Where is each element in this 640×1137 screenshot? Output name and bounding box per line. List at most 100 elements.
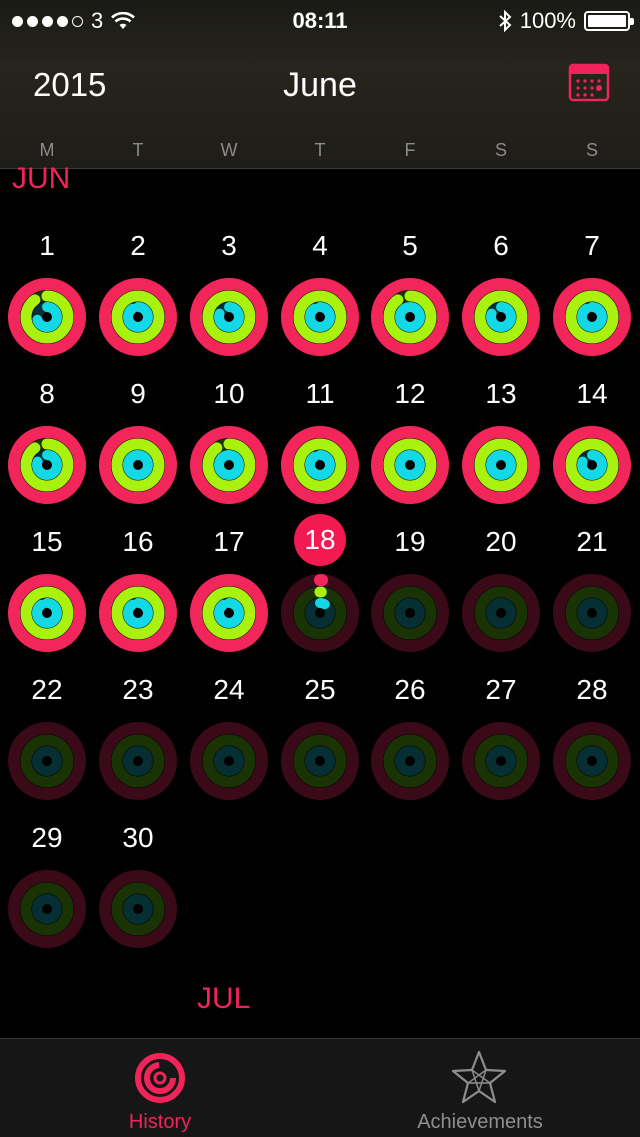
day-number[interactable]: 4 bbox=[280, 230, 360, 262]
stand-ring-progress bbox=[123, 450, 153, 480]
day-number[interactable]: 5 bbox=[370, 230, 450, 262]
stand-ring-track bbox=[577, 598, 607, 628]
day-number[interactable]: 30 bbox=[98, 822, 178, 854]
next-month-section-label: JUL bbox=[197, 982, 251, 1015]
activity-rings[interactable] bbox=[368, 571, 452, 655]
activity-rings[interactable] bbox=[5, 719, 89, 803]
weekday-label: T bbox=[314, 140, 326, 160]
activity-rings[interactable] bbox=[278, 275, 362, 359]
activity-rings[interactable] bbox=[459, 275, 543, 359]
stand-ring-progress bbox=[214, 302, 244, 332]
activity-rings[interactable] bbox=[96, 719, 180, 803]
battery-percent: 100% bbox=[519, 8, 576, 33]
stand-ring-progress bbox=[214, 450, 244, 480]
activity-rings[interactable] bbox=[368, 275, 452, 359]
day-number[interactable]: 21 bbox=[552, 526, 632, 558]
day-number[interactable]: 3 bbox=[189, 230, 269, 262]
activity-rings[interactable] bbox=[187, 719, 271, 803]
day-number[interactable]: 29 bbox=[7, 822, 87, 854]
stand-ring-track bbox=[395, 598, 425, 628]
stand-ring-track bbox=[214, 746, 244, 776]
activity-rings[interactable] bbox=[459, 423, 543, 507]
activity-rings[interactable] bbox=[459, 719, 543, 803]
stand-ring-progress bbox=[577, 450, 607, 480]
day-number[interactable]: 11 bbox=[280, 378, 360, 410]
stand-ring-progress bbox=[486, 450, 516, 480]
activity-rings[interactable] bbox=[96, 423, 180, 507]
stand-ring-progress bbox=[486, 302, 516, 332]
day-number[interactable]: 26 bbox=[370, 674, 450, 706]
activity-rings[interactable] bbox=[368, 719, 452, 803]
day-number[interactable]: 7 bbox=[552, 230, 632, 262]
day-number[interactable]: 27 bbox=[461, 674, 541, 706]
day-number[interactable]: 17 bbox=[189, 526, 269, 558]
activity-rings-icon bbox=[135, 1053, 185, 1103]
stand-ring-progress bbox=[305, 302, 335, 332]
day-number[interactable]: 16 bbox=[98, 526, 178, 558]
tab-achievements[interactable]: Achievements bbox=[320, 1039, 640, 1137]
day-number[interactable]: 6 bbox=[461, 230, 541, 262]
activity-rings[interactable] bbox=[278, 571, 362, 655]
calendar-today-button[interactable] bbox=[568, 62, 610, 102]
activity-rings[interactable] bbox=[5, 275, 89, 359]
activity-rings[interactable] bbox=[5, 571, 89, 655]
day-number[interactable]: 28 bbox=[552, 674, 632, 706]
stand-ring-progress bbox=[214, 598, 244, 628]
day-number[interactable]: 15 bbox=[7, 526, 87, 558]
weekday-label: S bbox=[585, 140, 598, 160]
weekday-row: M T W T F S S bbox=[0, 140, 640, 164]
day-number[interactable]: 1 bbox=[7, 230, 87, 262]
day-number[interactable]: 13 bbox=[461, 378, 541, 410]
activity-rings[interactable] bbox=[187, 275, 271, 359]
tab-history-label: History bbox=[128, 1111, 192, 1133]
day-number[interactable]: 23 bbox=[98, 674, 178, 706]
activity-rings[interactable] bbox=[459, 571, 543, 655]
activity-rings[interactable] bbox=[550, 571, 634, 655]
activity-rings[interactable] bbox=[5, 423, 89, 507]
stand-ring-progress bbox=[32, 450, 62, 480]
activity-rings[interactable] bbox=[550, 423, 634, 507]
activity-rings[interactable] bbox=[5, 867, 89, 951]
stand-ring-track bbox=[395, 746, 425, 776]
tab-bar: History Achievements bbox=[0, 1038, 640, 1137]
battery-icon bbox=[584, 11, 634, 31]
day-number[interactable]: 24 bbox=[189, 674, 269, 706]
day-number-today[interactable]: 18 bbox=[294, 514, 346, 566]
activity-rings[interactable] bbox=[550, 275, 634, 359]
stand-ring-track bbox=[305, 746, 335, 776]
activity-rings[interactable] bbox=[550, 719, 634, 803]
month-title: June bbox=[283, 66, 357, 104]
day-number[interactable]: 22 bbox=[7, 674, 87, 706]
calendar-icon bbox=[568, 63, 610, 102]
weekday-label: S bbox=[494, 140, 507, 160]
day-number[interactable]: 25 bbox=[280, 674, 360, 706]
day-number[interactable]: 2 bbox=[98, 230, 178, 262]
day-number[interactable]: 20 bbox=[461, 526, 541, 558]
activity-rings[interactable] bbox=[96, 571, 180, 655]
day-number[interactable]: 8 bbox=[7, 378, 87, 410]
tab-history[interactable]: History bbox=[0, 1039, 320, 1137]
day-number[interactable]: 19 bbox=[370, 526, 450, 558]
activity-rings[interactable] bbox=[187, 571, 271, 655]
day-number[interactable]: 10 bbox=[189, 378, 269, 410]
stand-ring-track bbox=[577, 746, 607, 776]
stand-ring-progress bbox=[123, 598, 153, 628]
stand-ring-progress bbox=[305, 450, 335, 480]
stand-ring-progress bbox=[123, 302, 153, 332]
activity-rings[interactable] bbox=[96, 867, 180, 951]
day-number[interactable]: 14 bbox=[552, 378, 632, 410]
activity-rings[interactable] bbox=[278, 423, 362, 507]
star-icon bbox=[451, 1050, 507, 1104]
day-number[interactable]: 9 bbox=[98, 378, 178, 410]
bluetooth-icon bbox=[499, 10, 512, 32]
month-section-label: JUN bbox=[12, 162, 71, 195]
stand-ring-progress bbox=[577, 302, 607, 332]
status-bar: 3 08:11 100% bbox=[0, 0, 640, 40]
activity-rings[interactable] bbox=[96, 275, 180, 359]
stand-ring-progress bbox=[395, 450, 425, 480]
weekday-label: W bbox=[220, 140, 238, 160]
activity-rings[interactable] bbox=[368, 423, 452, 507]
activity-rings[interactable] bbox=[278, 719, 362, 803]
activity-rings[interactable] bbox=[187, 423, 271, 507]
day-number[interactable]: 12 bbox=[370, 378, 450, 410]
